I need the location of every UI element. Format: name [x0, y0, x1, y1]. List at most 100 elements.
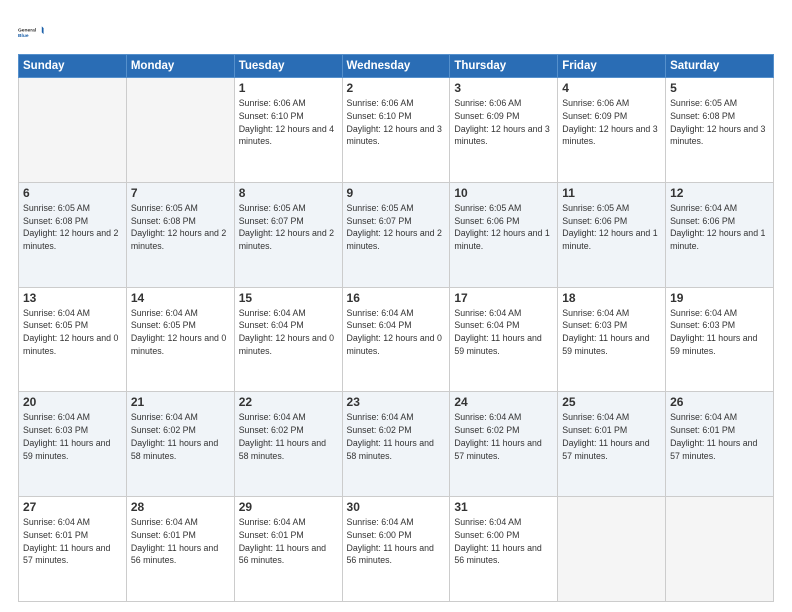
day-number: 19: [670, 291, 769, 305]
day-info: Sunrise: 6:05 AM Sunset: 6:07 PM Dayligh…: [347, 202, 446, 253]
day-number: 2: [347, 81, 446, 95]
calendar-cell: [558, 497, 666, 602]
day-number: 22: [239, 395, 338, 409]
page: GeneralBlue SundayMondayTuesdayWednesday…: [0, 0, 792, 612]
day-number: 23: [347, 395, 446, 409]
weekday-header-row: SundayMondayTuesdayWednesdayThursdayFrid…: [19, 55, 774, 78]
day-number: 13: [23, 291, 122, 305]
week-row-1: 1 Sunrise: 6:06 AM Sunset: 6:10 PM Daylig…: [19, 78, 774, 183]
day-info: Sunrise: 6:04 AM Sunset: 6:02 PM Dayligh…: [454, 411, 553, 462]
calendar-cell: 5 Sunrise: 6:05 AM Sunset: 6:08 PM Daylig…: [666, 78, 774, 183]
svg-text:Blue: Blue: [18, 33, 29, 39]
day-info: Sunrise: 6:06 AM Sunset: 6:09 PM Dayligh…: [454, 97, 553, 148]
calendar-cell: 30 Sunrise: 6:04 AM Sunset: 6:00 PM Dayli…: [342, 497, 450, 602]
weekday-header-friday: Friday: [558, 55, 666, 78]
calendar-cell: 17 Sunrise: 6:04 AM Sunset: 6:04 PM Dayli…: [450, 287, 558, 392]
calendar-cell: 11Sunrise: 6:05 AM Sunset: 6:06 PM Dayli…: [558, 182, 666, 287]
day-number: 1: [239, 81, 338, 95]
day-number: 11: [562, 186, 661, 200]
calendar-cell: 24 Sunrise: 6:04 AM Sunset: 6:02 PM Dayli…: [450, 392, 558, 497]
calendar-cell: 26 Sunrise: 6:04 AM Sunset: 6:01 PM Dayli…: [666, 392, 774, 497]
weekday-header-thursday: Thursday: [450, 55, 558, 78]
calendar-cell: 8Sunrise: 6:05 AM Sunset: 6:07 PM Daylig…: [234, 182, 342, 287]
calendar-cell: 12 Sunrise: 6:04 AM Sunset: 6:06 PM Dayli…: [666, 182, 774, 287]
calendar-cell: 9 Sunrise: 6:05 AM Sunset: 6:07 PM Daylig…: [342, 182, 450, 287]
day-number: 9: [347, 186, 446, 200]
calendar-cell: [666, 497, 774, 602]
day-number: 25: [562, 395, 661, 409]
day-number: 6: [23, 186, 122, 200]
day-info: Sunrise: 6:05 AM Sunset: 6:08 PM Dayligh…: [23, 202, 122, 253]
day-number: 24: [454, 395, 553, 409]
week-row-4: 20 Sunrise: 6:04 AM Sunset: 6:03 PM Dayli…: [19, 392, 774, 497]
day-info: Sunrise: 6:05 AM Sunset: 6:08 PM Dayligh…: [131, 202, 230, 253]
day-number: 31: [454, 500, 553, 514]
weekday-header-tuesday: Tuesday: [234, 55, 342, 78]
day-info: Sunrise: 6:04 AM Sunset: 6:04 PM Dayligh…: [454, 307, 553, 358]
calendar-cell: 1 Sunrise: 6:06 AM Sunset: 6:10 PM Daylig…: [234, 78, 342, 183]
calendar-cell: 20 Sunrise: 6:04 AM Sunset: 6:03 PM Dayli…: [19, 392, 127, 497]
day-info: Sunrise: 6:04 AM Sunset: 6:03 PM Dayligh…: [670, 307, 769, 358]
day-info: Sunrise: 6:04 AM Sunset: 6:02 PM Dayligh…: [131, 411, 230, 462]
svg-text:General: General: [18, 27, 37, 33]
calendar-cell: 23Sunrise: 6:04 AM Sunset: 6:02 PM Dayli…: [342, 392, 450, 497]
calendar-cell: 19 Sunrise: 6:04 AM Sunset: 6:03 PM Dayli…: [666, 287, 774, 392]
calendar-cell: 14 Sunrise: 6:04 AM Sunset: 6:05 PM Dayli…: [126, 287, 234, 392]
header: GeneralBlue: [18, 18, 774, 46]
day-info: Sunrise: 6:04 AM Sunset: 6:03 PM Dayligh…: [562, 307, 661, 358]
calendar-cell: 4 Sunrise: 6:06 AM Sunset: 6:09 PM Daylig…: [558, 78, 666, 183]
day-number: 12: [670, 186, 769, 200]
day-number: 18: [562, 291, 661, 305]
day-info: Sunrise: 6:04 AM Sunset: 6:02 PM Dayligh…: [239, 411, 338, 462]
day-info: Sunrise: 6:04 AM Sunset: 6:04 PM Dayligh…: [239, 307, 338, 358]
day-number: 26: [670, 395, 769, 409]
day-number: 5: [670, 81, 769, 95]
calendar-cell: 10Sunrise: 6:05 AM Sunset: 6:06 PM Dayli…: [450, 182, 558, 287]
weekday-header-monday: Monday: [126, 55, 234, 78]
day-info: Sunrise: 6:05 AM Sunset: 6:06 PM Dayligh…: [454, 202, 553, 253]
day-info: Sunrise: 6:06 AM Sunset: 6:10 PM Dayligh…: [239, 97, 338, 148]
day-number: 21: [131, 395, 230, 409]
day-number: 30: [347, 500, 446, 514]
weekday-header-wednesday: Wednesday: [342, 55, 450, 78]
calendar-cell: 28Sunrise: 6:04 AM Sunset: 6:01 PM Dayli…: [126, 497, 234, 602]
week-row-2: 6 Sunrise: 6:05 AM Sunset: 6:08 PM Daylig…: [19, 182, 774, 287]
day-info: Sunrise: 6:04 AM Sunset: 6:03 PM Dayligh…: [23, 411, 122, 462]
calendar-cell: 15 Sunrise: 6:04 AM Sunset: 6:04 PM Dayli…: [234, 287, 342, 392]
day-number: 27: [23, 500, 122, 514]
day-number: 29: [239, 500, 338, 514]
day-number: 7: [131, 186, 230, 200]
calendar-cell: 21 Sunrise: 6:04 AM Sunset: 6:02 PM Dayli…: [126, 392, 234, 497]
calendar-cell: 29 Sunrise: 6:04 AM Sunset: 6:01 PM Dayli…: [234, 497, 342, 602]
day-number: 15: [239, 291, 338, 305]
day-info: Sunrise: 6:04 AM Sunset: 6:05 PM Dayligh…: [23, 307, 122, 358]
weekday-header-sunday: Sunday: [19, 55, 127, 78]
calendar-cell: [19, 78, 127, 183]
day-number: 17: [454, 291, 553, 305]
calendar-cell: 18 Sunrise: 6:04 AM Sunset: 6:03 PM Dayli…: [558, 287, 666, 392]
day-number: 16: [347, 291, 446, 305]
day-info: Sunrise: 6:04 AM Sunset: 6:06 PM Dayligh…: [670, 202, 769, 253]
day-info: Sunrise: 6:04 AM Sunset: 6:01 PM Dayligh…: [670, 411, 769, 462]
calendar-cell: 2 Sunrise: 6:06 AM Sunset: 6:10 PM Daylig…: [342, 78, 450, 183]
calendar-cell: 27Sunrise: 6:04 AM Sunset: 6:01 PM Dayli…: [19, 497, 127, 602]
calendar-cell: 16 Sunrise: 6:04 AM Sunset: 6:04 PM Dayli…: [342, 287, 450, 392]
day-info: Sunrise: 6:06 AM Sunset: 6:09 PM Dayligh…: [562, 97, 661, 148]
calendar-cell: 3Sunrise: 6:06 AM Sunset: 6:09 PM Daylig…: [450, 78, 558, 183]
day-info: Sunrise: 6:04 AM Sunset: 6:00 PM Dayligh…: [347, 516, 446, 567]
day-number: 28: [131, 500, 230, 514]
calendar-cell: 13 Sunrise: 6:04 AM Sunset: 6:05 PM Dayli…: [19, 287, 127, 392]
day-number: 14: [131, 291, 230, 305]
logo: GeneralBlue: [18, 18, 46, 46]
week-row-5: 27 Sunrise: 6:04 AM Sunset: 6:01 PM Dayli…: [19, 497, 774, 602]
day-info: Sunrise: 6:04 AM Sunset: 6:04 PM Dayligh…: [347, 307, 446, 358]
day-info: Sunrise: 6:04 AM Sunset: 6:01 PM Dayligh…: [239, 516, 338, 567]
calendar-cell: 6 Sunrise: 6:05 AM Sunset: 6:08 PM Daylig…: [19, 182, 127, 287]
day-number: 4: [562, 81, 661, 95]
calendar-cell: 31Sunrise: 6:04 AM Sunset: 6:00 PM Dayli…: [450, 497, 558, 602]
day-info: Sunrise: 6:06 AM Sunset: 6:10 PM Dayligh…: [347, 97, 446, 148]
day-number: 20: [23, 395, 122, 409]
day-info: Sunrise: 6:05 AM Sunset: 6:08 PM Dayligh…: [670, 97, 769, 148]
day-info: Sunrise: 6:04 AM Sunset: 6:05 PM Dayligh…: [131, 307, 230, 358]
logo-icon: GeneralBlue: [18, 18, 46, 46]
